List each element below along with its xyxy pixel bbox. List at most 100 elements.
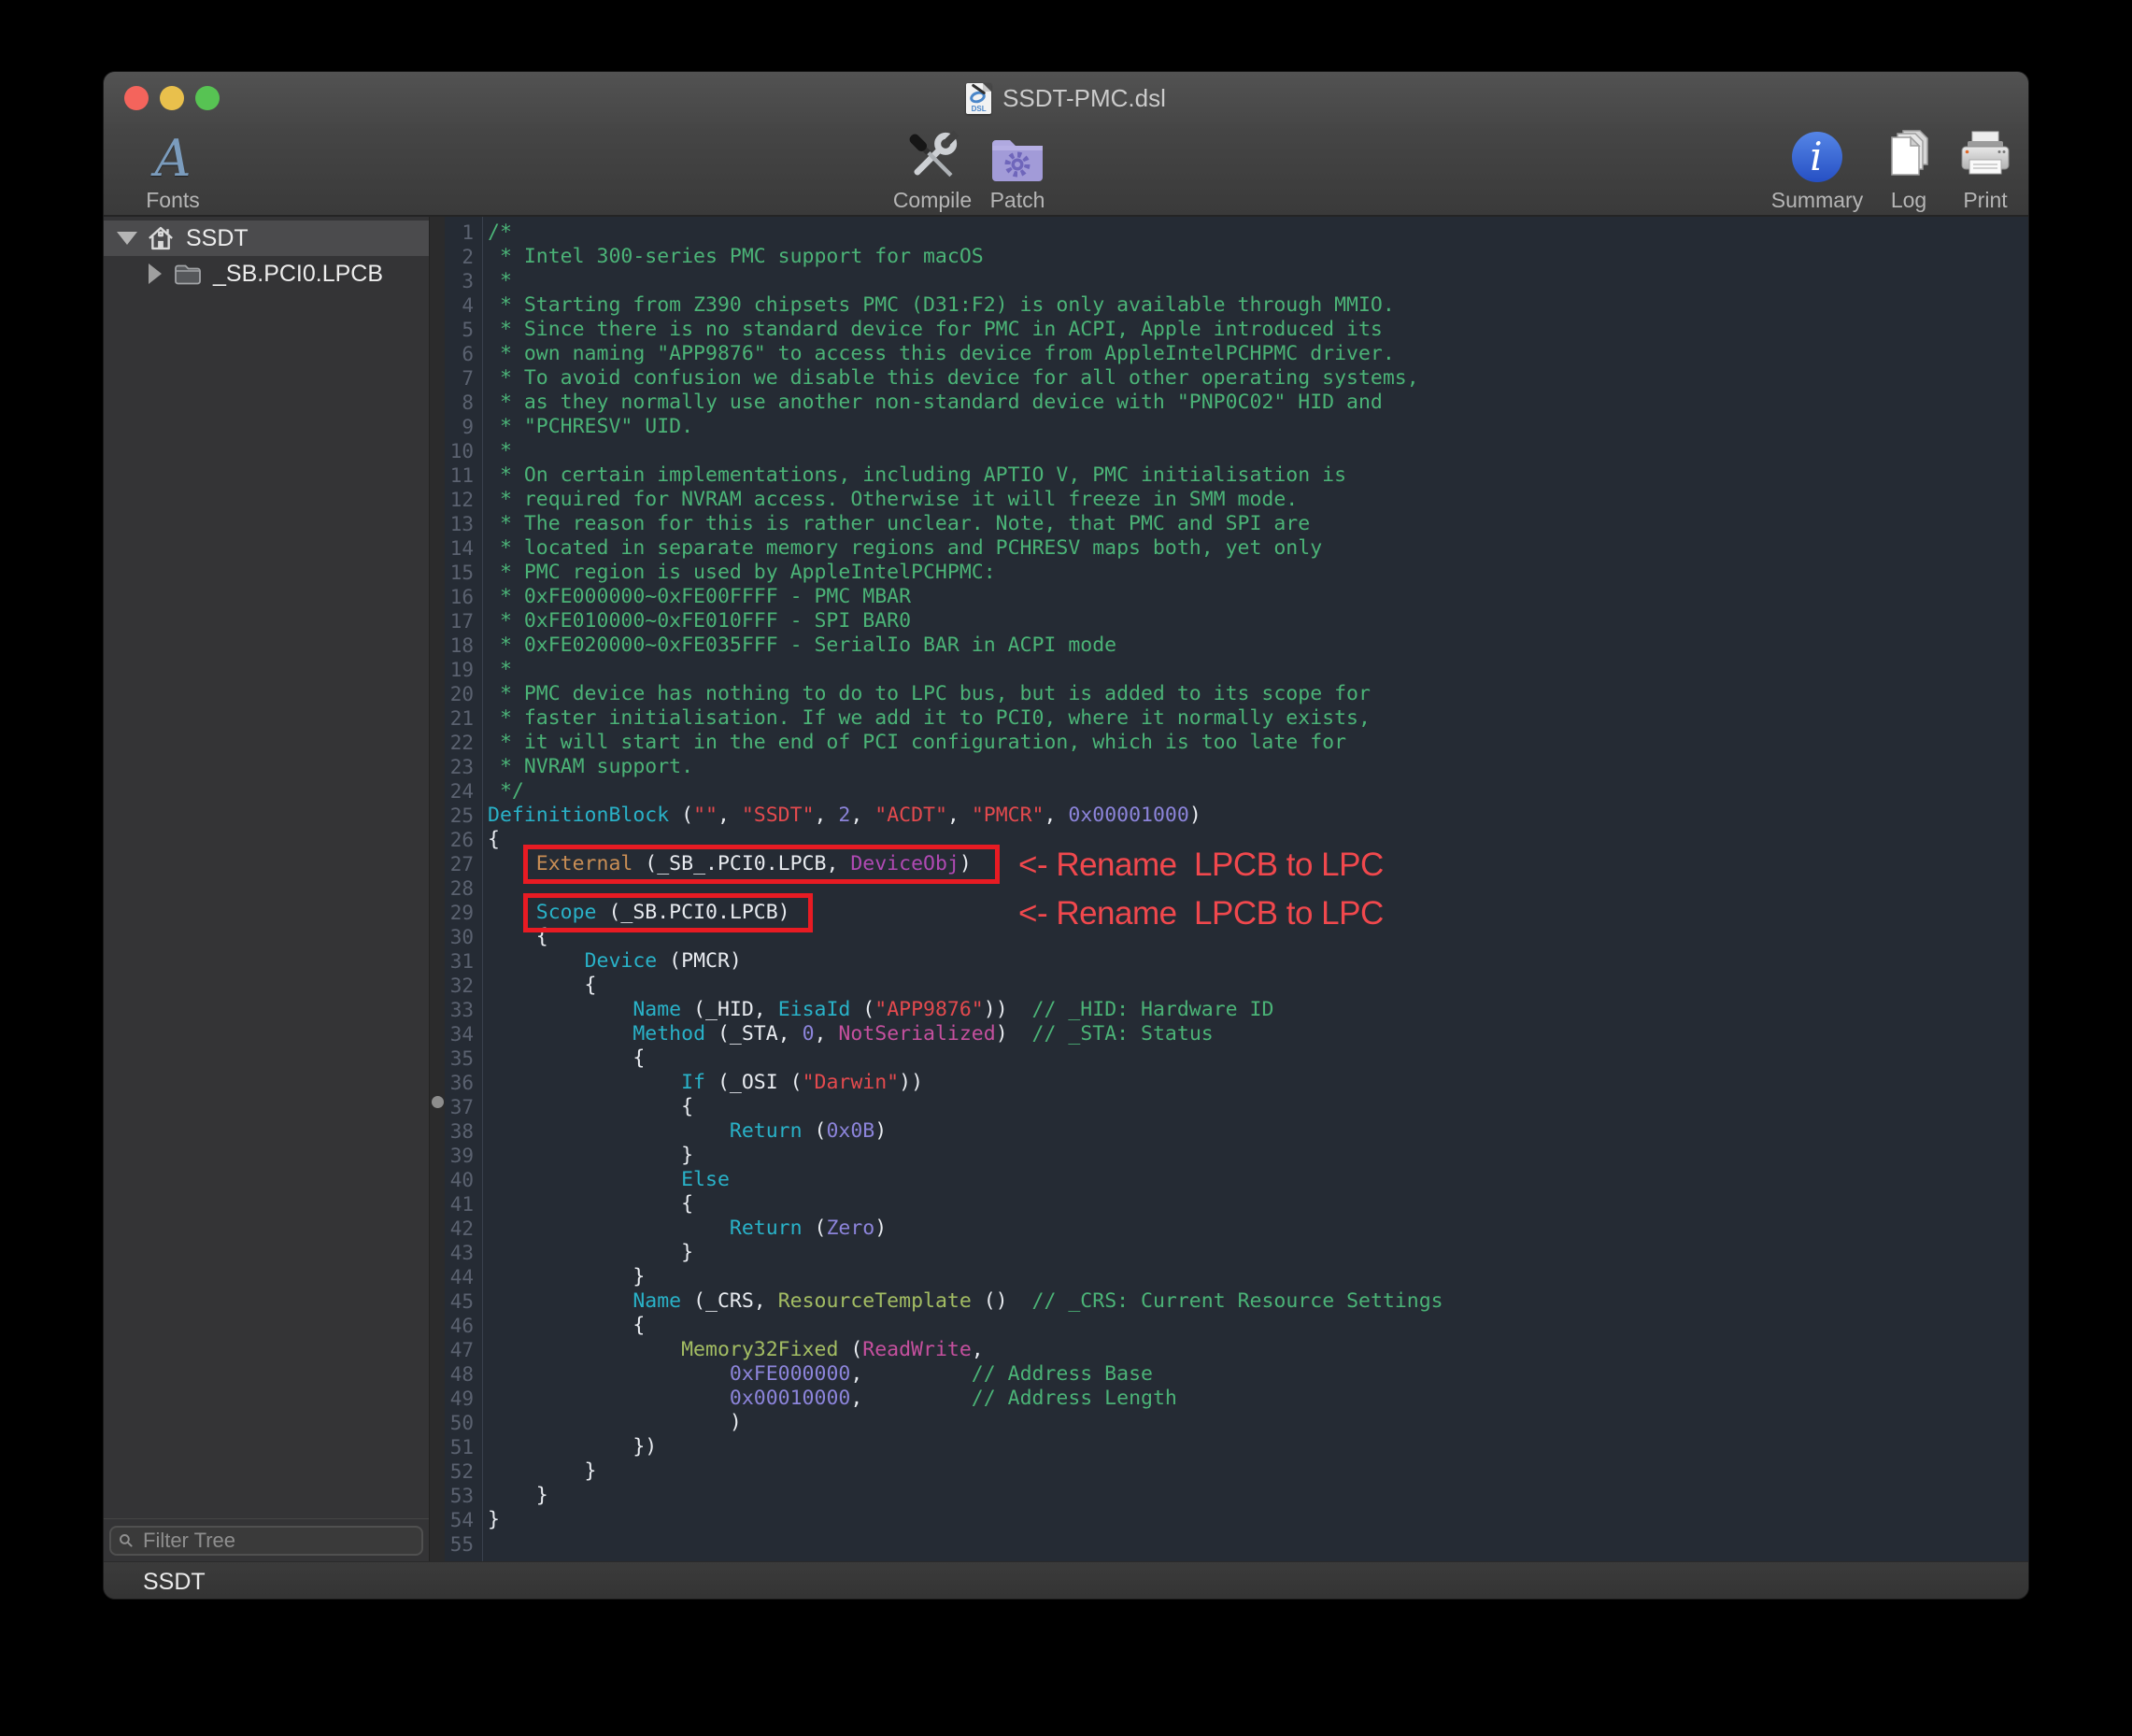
summary-icon: i [1787,129,1847,189]
annotation: <- Rename LPCB to LPC [1018,847,1384,884]
code-line: 43 } [445,1241,2028,1265]
title-wrap: DSL SSDT-PMC.dsl [966,83,1166,114]
line-number: 50 [445,1411,482,1435]
document-icon: DSL [966,83,991,114]
line-number: 45 [445,1289,482,1314]
code-line: 44 } [445,1265,2028,1289]
line-number: 38 [445,1119,482,1144]
code-line: 22 * it will start in the end of PCI con… [445,731,2028,755]
print-label: Print [1963,189,2007,211]
code-line: 51 }) [445,1435,2028,1459]
zoom-button[interactable] [195,86,220,110]
code-line: 18 * 0xFE020000~0xFE035FFF - SerialIo BA… [445,633,2028,658]
code-line: 9 * "PCHRESV" UID. [445,415,2028,439]
svg-text:i: i [1810,134,1822,179]
log-button[interactable]: Log [1869,129,1948,211]
line-number: 13 [445,512,482,536]
compile-label: Compile [893,189,972,211]
code-line: 13 * The reason for this is rather uncle… [445,512,2028,536]
line-number: 22 [445,731,482,755]
patch-button[interactable]: Patch [971,129,1064,211]
code-line: 10 * [445,439,2028,463]
compile-button[interactable]: Compile [881,129,984,211]
close-button[interactable] [124,86,149,110]
line-number: 19 [445,658,482,682]
line-number: 16 [445,585,482,609]
code-line: 55 [445,1532,2028,1557]
line-number: 30 [445,925,482,949]
code-line: 11 * On certain implementations, includi… [445,463,2028,488]
code-line: 38 Return (0x0B) [445,1119,2028,1144]
code-line: 54} [445,1508,2028,1532]
line-number: 51 [445,1435,482,1459]
line-number: 47 [445,1338,482,1362]
code-line: 41 { [445,1192,2028,1217]
code-line: 21 * faster initialisation. If we add it… [445,706,2028,731]
line-number: 17 [445,609,482,633]
line-number: 48 [445,1362,482,1387]
code-line: 17 * 0xFE010000~0xFE010FFF - SPI BAR0 [445,609,2028,633]
print-button[interactable]: Print [1940,129,2029,211]
code-line: 34 Method (_STA, 0, NotSerialized) // _S… [445,1022,2028,1046]
line-number: 39 [445,1144,482,1168]
bookmark-dot[interactable] [432,1096,444,1108]
gutter-strip[interactable] [429,217,445,1561]
fonts-button[interactable]: A Fonts [126,129,220,211]
editor[interactable]: 1/*2 * Intel 300-series PMC support for … [445,217,2028,1561]
code-line: 20 * PMC device has nothing to do to LPC… [445,682,2028,706]
line-number: 49 [445,1387,482,1411]
tree-item-ssdt[interactable]: SSDT [104,221,429,256]
code-line: 5 * Since there is no standard device fo… [445,318,2028,342]
code-line: 23 * NVRAM support. [445,755,2028,779]
disclosure-right-icon[interactable] [149,263,162,284]
code-line: 24 */ [445,779,2028,804]
line-number: 32 [445,974,482,998]
status-text: SSDT [143,1569,206,1596]
toolbar: A Fonts Compile [104,124,2028,217]
line-number: 23 [445,755,482,779]
line-number: 15 [445,561,482,585]
line-number: 5 [445,318,482,342]
code-line: 1/* [445,221,2028,245]
line-number: 7 [445,366,482,391]
code-line: 32 { [445,974,2028,998]
log-icon [1879,129,1939,189]
line-number: 29 [445,901,482,925]
line-number: 18 [445,633,482,658]
code-line: 42 Return (Zero) [445,1217,2028,1241]
code-line: 25DefinitionBlock ("", "SSDT", 2, "ACDT"… [445,804,2028,828]
code-line: 2 * Intel 300-series PMC support for mac… [445,245,2028,269]
code-line: 47 Memory32Fixed (ReadWrite, [445,1338,2028,1362]
log-label: Log [1891,189,1926,211]
folder-icon [174,262,202,286]
code-line: 46 { [445,1314,2028,1338]
traffic-lights [124,86,220,110]
line-number: 52 [445,1459,482,1484]
patch-icon [988,129,1047,189]
code-line: 39 } [445,1144,2028,1168]
line-number: 36 [445,1071,482,1095]
code-line: 40 Else [445,1168,2028,1192]
line-number: 46 [445,1314,482,1338]
line-number: 40 [445,1168,482,1192]
line-number: 8 [445,391,482,415]
minimize-button[interactable] [160,86,184,110]
line-number: 37 [445,1095,482,1119]
summary-button[interactable]: i Summary [1752,129,1883,211]
line-number: 53 [445,1484,482,1508]
line-number: 28 [445,876,482,901]
line-number: 34 [445,1022,482,1046]
code-line: 31 Device (PMCR) [445,949,2028,974]
disclosure-down-icon[interactable] [117,232,137,245]
sidebar: SSDT _SB.PCI0.LPCB [104,217,429,1561]
filter-tree-input[interactable] [141,1528,414,1554]
line-number: 10 [445,439,482,463]
code-line: 19 * [445,658,2028,682]
code-line: 12 * required for NVRAM access. Otherwis… [445,488,2028,512]
title-bar[interactable]: DSL SSDT-PMC.dsl [104,72,2028,124]
line-number: 43 [445,1241,482,1265]
tree-item-sb-pci0-lpcb[interactable]: _SB.PCI0.LPCB [104,256,429,292]
line-number: 14 [445,536,482,561]
code-line: 3 * [445,269,2028,293]
code-line: 52 } [445,1459,2028,1484]
